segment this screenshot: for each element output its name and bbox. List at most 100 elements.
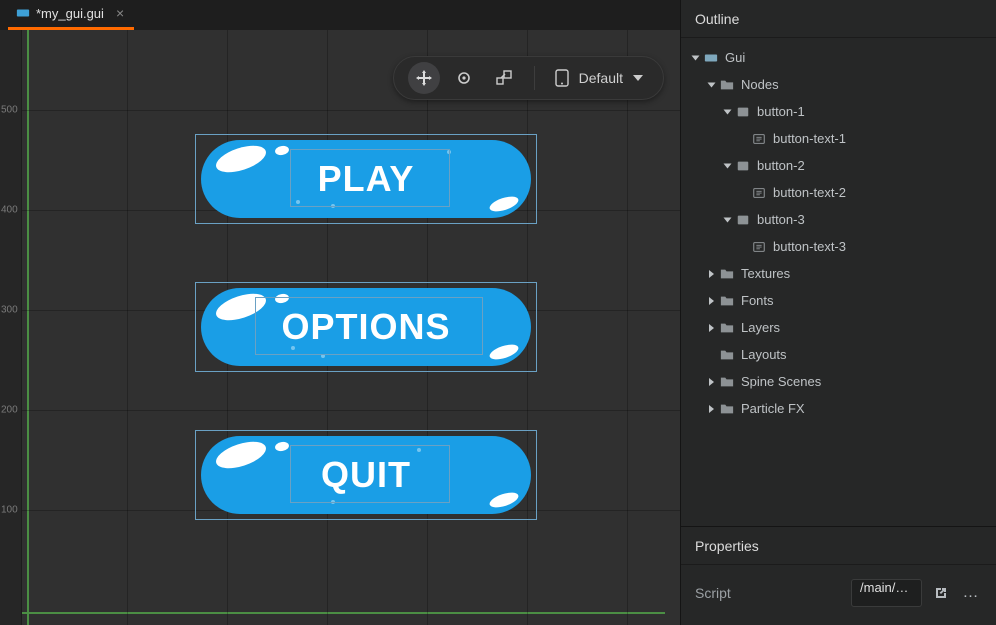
goto-resource-button[interactable]: [930, 582, 952, 604]
outline-label: Particle FX: [741, 401, 988, 416]
outline-label: button-text-2: [773, 185, 988, 200]
properties-title: Properties: [695, 538, 759, 554]
text-node-icon: [751, 131, 767, 147]
ruler-tick: 300: [0, 305, 22, 316]
grid-line: [22, 410, 680, 411]
folder-icon: [719, 77, 735, 93]
right-panel: Outline Gui Nodes button-1 button-text-1…: [680, 0, 996, 625]
viewport-toolbar: Default: [393, 56, 664, 100]
editor-pane: *my_gui.gui × 500 400 300 200 100: [0, 0, 680, 625]
outline-label: button-2: [757, 158, 988, 173]
text-node-icon: [751, 185, 767, 201]
goto-icon: [934, 586, 948, 600]
move-icon: [416, 70, 432, 86]
browse-resource-button[interactable]: …: [960, 582, 982, 604]
folder-icon: [719, 293, 735, 309]
expand-icon[interactable]: [723, 109, 731, 114]
node-button-1[interactable]: PLAY: [195, 134, 537, 224]
expand-icon[interactable]: [709, 324, 714, 332]
canvas-viewport[interactable]: 500 400 300 200 100: [0, 30, 680, 625]
ellipsis-icon: …: [963, 584, 980, 602]
toolbar-separator: [534, 66, 535, 90]
outline-spine-scenes[interactable]: Spine Scenes: [681, 368, 996, 395]
gui-file-icon: [16, 6, 30, 20]
outline-node-button-2[interactable]: button-2: [681, 152, 996, 179]
expand-icon[interactable]: [709, 270, 714, 278]
box-node-icon: [735, 158, 751, 174]
node-button-3[interactable]: QUIT: [195, 430, 537, 520]
grid-line: [627, 30, 628, 625]
close-icon[interactable]: ×: [116, 5, 124, 21]
outline-root-gui[interactable]: Gui: [681, 44, 996, 71]
outline-layers[interactable]: Layers: [681, 314, 996, 341]
tab-title: *my_gui.gui: [36, 6, 104, 21]
expand-icon[interactable]: [691, 55, 699, 60]
outline-node-button-3[interactable]: button-3: [681, 206, 996, 233]
properties-panel-header: Properties: [681, 527, 996, 565]
device-label: Default: [579, 70, 623, 86]
text-node-icon: [751, 239, 767, 255]
outline-particle-fx[interactable]: Particle FX: [681, 395, 996, 422]
ruler-vertical: 500 400 300 200 100: [0, 30, 22, 625]
outline-layouts[interactable]: Layouts: [681, 341, 996, 368]
outline-label: Nodes: [741, 77, 988, 92]
gui-icon: [703, 50, 719, 66]
ruler-tick: 200: [0, 405, 22, 416]
property-row-script: Script /main/my_gui.gui_script …: [681, 565, 996, 625]
move-tool-button[interactable]: [408, 62, 440, 94]
editor-tabbar: *my_gui.gui ×: [0, 0, 680, 30]
scene-canvas[interactable]: PLAY OPTIONS: [22, 30, 680, 625]
text-selection-outline: [255, 297, 483, 355]
box-node-icon: [735, 212, 751, 228]
outline-panel-header: Outline: [681, 0, 996, 38]
properties-panel: Properties Script /main/my_gui.gui_scrip…: [681, 526, 996, 625]
outline-label: Gui: [725, 50, 988, 65]
chevron-down-icon: [633, 75, 643, 81]
outline-node-button-1[interactable]: button-1: [681, 98, 996, 125]
folder-icon: [719, 374, 735, 390]
expand-icon[interactable]: [723, 217, 731, 222]
outline-label: Spine Scenes: [741, 374, 988, 389]
rotate-icon: [456, 70, 472, 86]
outline-node-button-text-1[interactable]: button-text-1: [681, 125, 996, 152]
axis-y: [27, 30, 29, 625]
outline-label: Textures: [741, 266, 988, 281]
outline-label: Layouts: [741, 347, 988, 362]
folder-icon: [719, 266, 735, 282]
expand-icon[interactable]: [709, 297, 714, 305]
outline-label: button-3: [757, 212, 988, 227]
outline-label: button-text-1: [773, 131, 988, 146]
outline-tree[interactable]: Gui Nodes button-1 button-text-1 button-…: [681, 38, 996, 526]
tab-my-gui[interactable]: *my_gui.gui ×: [8, 0, 134, 30]
text-selection-outline: [290, 149, 450, 207]
grid-line: [127, 30, 128, 625]
outline-textures[interactable]: Textures: [681, 260, 996, 287]
folder-icon: [719, 320, 735, 336]
folder-icon: [719, 347, 735, 363]
outline-label: button-1: [757, 104, 988, 119]
outline-fonts[interactable]: Fonts: [681, 287, 996, 314]
script-path-input[interactable]: /main/my_gui.gui_script: [851, 579, 922, 607]
expand-icon[interactable]: [709, 378, 714, 386]
outline-label: button-text-3: [773, 239, 988, 254]
property-label: Script: [695, 585, 843, 601]
outline-node-button-text-2[interactable]: button-text-2: [681, 179, 996, 206]
rotate-tool-button[interactable]: [448, 62, 480, 94]
box-node-icon: [735, 104, 751, 120]
outline-label: Layers: [741, 320, 988, 335]
outline-nodes[interactable]: Nodes: [681, 71, 996, 98]
expand-icon[interactable]: [709, 405, 714, 413]
scale-tool-button[interactable]: [488, 62, 520, 94]
expand-icon[interactable]: [707, 82, 715, 87]
ruler-tick: 400: [0, 205, 22, 216]
expand-icon[interactable]: [723, 163, 731, 168]
scale-icon: [496, 70, 512, 86]
node-button-2[interactable]: OPTIONS: [195, 282, 537, 372]
outline-label: Fonts: [741, 293, 988, 308]
outline-node-button-text-3[interactable]: button-text-3: [681, 233, 996, 260]
axis-x: [22, 612, 665, 614]
grid-line: [22, 110, 680, 111]
outline-title: Outline: [695, 11, 739, 27]
device-preview-dropdown[interactable]: Default: [549, 69, 649, 87]
device-icon: [555, 69, 569, 87]
